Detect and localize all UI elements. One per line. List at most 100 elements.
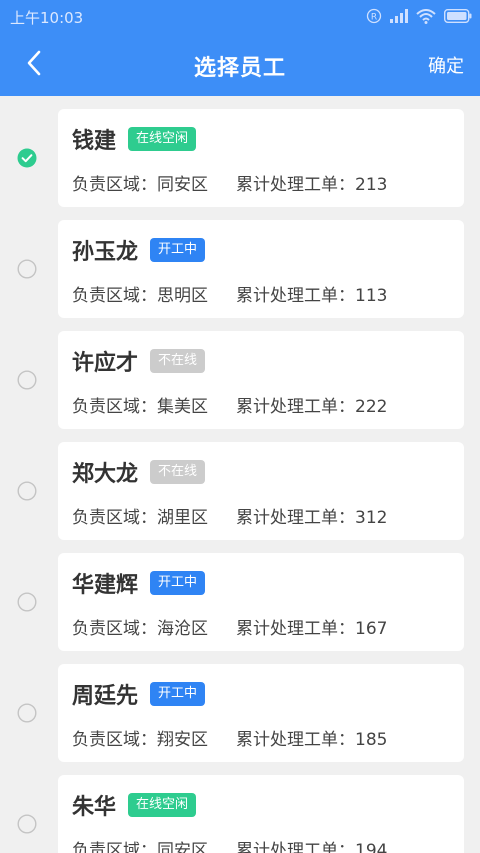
list-item: 周廷先 开工中负责区域：翔安区 累计处理工单：185 <box>0 664 480 762</box>
radio-unchecked-icon[interactable] <box>17 259 37 279</box>
area-label: 负责区域： <box>72 508 157 528</box>
app-header: 上午10:03 R 选择员工 确定 <box>0 0 480 96</box>
orders-value: 185 <box>355 730 388 750</box>
status-icons: R <box>366 8 472 24</box>
area-label: 负责区域： <box>72 841 157 853</box>
status-badge: 开工中 <box>150 682 206 706</box>
employee-name-line: 许应才 不在线 <box>72 345 206 377</box>
employee-info: 负责区域：翔安区 累计处理工单：185 <box>72 725 387 750</box>
nav-bar: 选择员工 确定 <box>0 32 480 96</box>
list-item: 许应才 不在线负责区域：集美区 累计处理工单：222 <box>0 331 480 429</box>
signal-icon <box>390 9 408 23</box>
orders-label: 累计处理工单： <box>236 841 355 853</box>
employee-name-line: 郑大龙 不在线 <box>72 456 206 488</box>
employee-name: 许应才 <box>72 351 139 376</box>
list-item: 孙玉龙 开工中负责区域：思明区 累计处理工单：113 <box>0 220 480 318</box>
area-label: 负责区域： <box>72 730 157 750</box>
employee-card[interactable]: 郑大龙 不在线负责区域：湖里区 累计处理工单：312 <box>58 442 464 540</box>
wifi-icon <box>416 8 436 24</box>
employee-name: 孙玉龙 <box>72 240 139 265</box>
employee-name: 周廷先 <box>72 684 139 709</box>
orders-field: 累计处理工单：222 <box>236 392 387 417</box>
list-item: 朱华 在线空闲负责区域：同安区 累计处理工单：194 <box>0 775 480 853</box>
employee-card[interactable]: 许应才 不在线负责区域：集美区 累计处理工单：222 <box>58 331 464 429</box>
employee-info: 负责区域：海沧区 累计处理工单：167 <box>72 614 387 639</box>
status-badge: 开工中 <box>150 571 206 595</box>
area-label: 负责区域： <box>72 397 157 417</box>
area-field: 负责区域：同安区 <box>72 170 208 195</box>
list-item: 华建辉 开工中负责区域：海沧区 累计处理工单：167 <box>0 553 480 651</box>
employee-name: 郑大龙 <box>72 462 139 487</box>
area-field: 负责区域：同安区 <box>72 836 208 853</box>
employee-name: 华建辉 <box>72 573 139 598</box>
area-value: 同安区 <box>157 841 208 853</box>
confirm-button[interactable]: 确定 <box>428 52 464 78</box>
employee-info: 负责区域：同安区 累计处理工单：194 <box>72 836 387 853</box>
employee-card[interactable]: 周廷先 开工中负责区域：翔安区 累计处理工单：185 <box>58 664 464 762</box>
employee-name-line: 朱华 在线空闲 <box>72 789 197 821</box>
area-field: 负责区域：湖里区 <box>72 503 208 528</box>
area-value: 同安区 <box>157 175 208 195</box>
orders-value: 113 <box>355 286 388 306</box>
orders-field: 累计处理工单：213 <box>236 170 387 195</box>
orders-value: 213 <box>355 175 388 195</box>
radio-checked-icon[interactable] <box>17 148 37 168</box>
area-label: 负责区域： <box>72 619 157 639</box>
page-title: 选择员工 <box>193 56 286 81</box>
area-label: 负责区域： <box>72 286 157 306</box>
employee-info: 负责区域：同安区 累计处理工单：213 <box>72 170 387 195</box>
orders-field: 累计处理工单：113 <box>236 281 387 306</box>
orders-field: 累计处理工单：185 <box>236 725 387 750</box>
employee-card[interactable]: 钱建 在线空闲负责区域：同安区 累计处理工单：213 <box>58 109 464 207</box>
orders-value: 312 <box>355 508 388 528</box>
orders-field: 累计处理工单：167 <box>236 614 387 639</box>
employee-name-line: 孙玉龙 开工中 <box>72 234 206 266</box>
status-badge: 开工中 <box>150 238 206 262</box>
battery-icon <box>444 9 472 23</box>
radio-unchecked-icon[interactable] <box>17 814 37 834</box>
list-item: 钱建 在线空闲负责区域：同安区 累计处理工单：213 <box>0 109 480 207</box>
area-field: 负责区域：翔安区 <box>72 725 208 750</box>
status-bar: 上午10:03 R <box>0 0 480 32</box>
employee-name: 钱建 <box>72 129 117 154</box>
employee-card[interactable]: 孙玉龙 开工中负责区域：思明区 累计处理工单：113 <box>58 220 464 318</box>
employee-card[interactable]: 朱华 在线空闲负责区域：同安区 累计处理工单：194 <box>58 775 464 853</box>
orders-label: 累计处理工单： <box>236 730 355 750</box>
employee-name: 朱华 <box>72 795 117 820</box>
employee-list: 钱建 在线空闲 负责区域：同安区 累计处理工单：213 孙玉龙 开工中 负责区域：思明区 累计… <box>0 96 480 853</box>
area-value: 集美区 <box>157 397 208 417</box>
employee-card[interactable]: 华建辉 开工中负责区域：海沧区 累计处理工单：167 <box>58 553 464 651</box>
area-field: 负责区域：海沧区 <box>72 614 208 639</box>
svg-text:R: R <box>371 13 377 23</box>
status-badge: 不在线 <box>150 349 206 373</box>
status-badge: 在线空闲 <box>128 127 197 151</box>
orders-field: 累计处理工单：194 <box>236 836 387 853</box>
area-value: 湖里区 <box>157 508 208 528</box>
employee-info: 负责区域：湖里区 累计处理工单：312 <box>72 503 387 528</box>
area-label: 负责区域： <box>72 175 157 195</box>
status-time: 上午10:03 <box>10 9 84 27</box>
orders-value: 222 <box>355 397 388 417</box>
orders-label: 累计处理工单： <box>236 397 355 417</box>
area-field: 负责区域：集美区 <box>72 392 208 417</box>
orders-label: 累计处理工单： <box>236 508 355 528</box>
employee-name-line: 钱建 在线空闲 <box>72 123 197 155</box>
radio-unchecked-icon[interactable] <box>17 370 37 390</box>
orders-label: 累计处理工单： <box>236 286 355 306</box>
registered-icon: R <box>366 8 382 24</box>
area-value: 海沧区 <box>157 619 208 639</box>
area-field: 负责区域：思明区 <box>72 281 208 306</box>
radio-unchecked-icon[interactable] <box>17 592 37 612</box>
employee-info: 负责区域：集美区 累计处理工单：222 <box>72 392 387 417</box>
area-value: 思明区 <box>157 286 208 306</box>
radio-unchecked-icon[interactable] <box>17 703 37 723</box>
employee-name-line: 周廷先 开工中 <box>72 678 206 710</box>
orders-label: 累计处理工单： <box>236 175 355 195</box>
orders-field: 累计处理工单：312 <box>236 503 387 528</box>
list-item: 郑大龙 不在线负责区域：湖里区 累计处理工单：312 <box>0 442 480 540</box>
status-badge: 不在线 <box>150 460 206 484</box>
orders-label: 累计处理工单： <box>236 619 355 639</box>
radio-unchecked-icon[interactable] <box>17 481 37 501</box>
employee-info: 负责区域：思明区 累计处理工单：113 <box>72 281 387 306</box>
employee-name-line: 华建辉 开工中 <box>72 567 206 599</box>
